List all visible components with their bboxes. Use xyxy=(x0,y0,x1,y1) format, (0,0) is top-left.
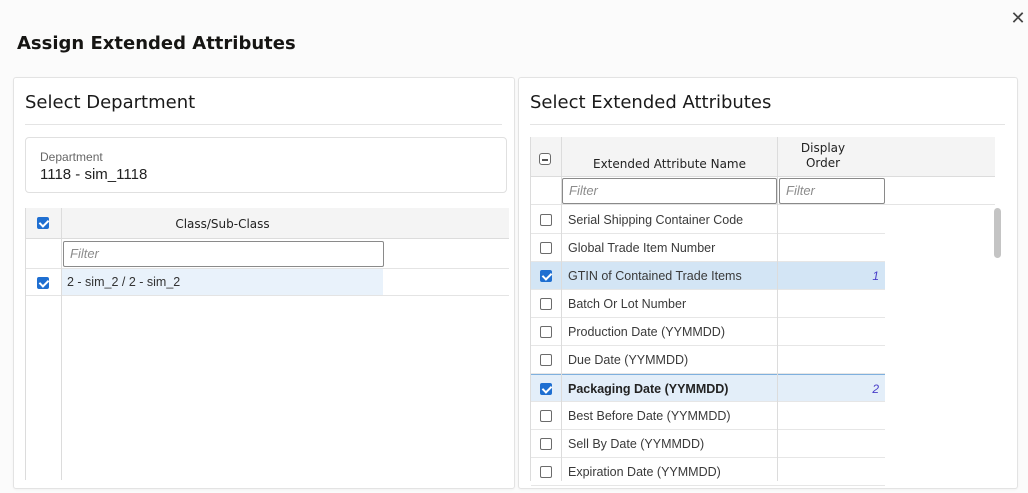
select-all-checkbox[interactable] xyxy=(539,153,551,165)
panel-title: Select Department xyxy=(25,92,196,113)
table-row[interactable]: Global Trade Item Number xyxy=(531,234,885,262)
vertical-scrollbar[interactable] xyxy=(994,208,1001,258)
table-header: Class/Sub-Class xyxy=(26,208,509,239)
divider xyxy=(530,124,1005,125)
column-divider xyxy=(561,137,562,481)
column-divider xyxy=(777,137,778,481)
select-all-checkbox[interactable] xyxy=(37,217,49,229)
department-label: Department xyxy=(40,150,103,164)
table-row[interactable]: Serial Shipping Container Code xyxy=(531,206,885,234)
row-label: 2 - sim_2 / 2 - sim_2 xyxy=(67,275,181,289)
attribute-name: Global Trade Item Number xyxy=(568,241,716,255)
display-order-value[interactable]: 2 xyxy=(778,382,879,396)
table-row[interactable]: GTIN of Contained Trade Items 1 xyxy=(531,262,885,290)
table-row[interactable]: Packaging Date (YYMMDD) 2 xyxy=(531,374,885,402)
class-subclass-table: Class/Sub-Class Filter 2 - sim_2 / 2 - s… xyxy=(25,208,509,480)
extended-attributes-table: Extended Attribute Name Display Order Fi… xyxy=(530,137,995,486)
column-header-class-subclass[interactable]: Class/Sub-Class xyxy=(62,217,383,231)
column-divider xyxy=(61,208,62,480)
column-header-display-order[interactable]: Display Order xyxy=(778,141,868,171)
close-icon[interactable]: ✕ xyxy=(1010,10,1026,28)
row-checkbox[interactable] xyxy=(540,466,552,478)
dialog-title: Assign Extended Attributes xyxy=(17,33,296,54)
select-extended-attributes-panel: Select Extended Attributes Extended Attr… xyxy=(518,77,1018,489)
table-row[interactable]: Sell By Date (YYMMDD) xyxy=(531,430,885,458)
attribute-name-filter-input[interactable]: Filter xyxy=(562,178,777,204)
divider xyxy=(25,124,502,125)
attribute-name: Due Date (YYMMDD) xyxy=(568,353,689,367)
attribute-name: Batch Or Lot Number xyxy=(568,297,687,311)
row-checkbox[interactable] xyxy=(540,438,552,450)
table-row[interactable]: 2 - sim_2 / 2 - sim_2 xyxy=(26,269,509,296)
panel-title: Select Extended Attributes xyxy=(530,92,772,113)
department-value: 1118 - sim_1118 xyxy=(40,166,148,183)
row-checkbox[interactable] xyxy=(540,410,552,422)
select-department-panel: Select Department Department 1118 - sim_… xyxy=(13,77,515,489)
attribute-name: Best Before Date (YYMMDD) xyxy=(568,409,731,423)
assign-extended-attributes-dialog: Assign Extended Attributes ✕ Select Depa… xyxy=(0,0,1028,493)
display-order-value[interactable]: 1 xyxy=(778,269,879,283)
row-checkbox[interactable] xyxy=(540,383,552,395)
row-checkbox[interactable] xyxy=(540,326,552,338)
row-checkbox[interactable] xyxy=(540,354,552,366)
table-row[interactable]: Batch Or Lot Number xyxy=(531,290,885,318)
filter-row: Filter xyxy=(26,239,509,269)
table-row[interactable]: Production Date (YYMMDD) xyxy=(531,318,885,346)
display-order-line2: Order xyxy=(805,156,841,170)
row-checkbox[interactable] xyxy=(540,298,552,310)
table-header: Extended Attribute Name Display Order xyxy=(531,137,995,177)
attribute-name: GTIN of Contained Trade Items xyxy=(568,269,742,283)
table-row[interactable]: Expiration Date (YYMMDD) xyxy=(531,458,885,486)
filter-row: Filter Filter xyxy=(531,177,995,205)
column-header-attribute-name[interactable]: Extended Attribute Name xyxy=(562,157,777,171)
row-checkbox[interactable] xyxy=(540,242,552,254)
row-checkbox[interactable] xyxy=(540,270,552,282)
table-row[interactable]: Best Before Date (YYMMDD) xyxy=(531,402,885,430)
attribute-name: Serial Shipping Container Code xyxy=(568,213,744,227)
display-order-filter-input[interactable]: Filter xyxy=(779,178,885,204)
attribute-name: Packaging Date (YYMMDD) xyxy=(568,382,729,396)
attribute-name: Sell By Date (YYMMDD) xyxy=(568,437,705,451)
attribute-name: Expiration Date (YYMMDD) xyxy=(568,465,721,479)
row-checkbox[interactable] xyxy=(37,277,49,289)
attribute-name: Production Date (YYMMDD) xyxy=(568,325,725,339)
department-field: Department 1118 - sim_1118 xyxy=(25,137,507,193)
row-checkbox[interactable] xyxy=(540,214,552,226)
table-row[interactable]: Due Date (YYMMDD) xyxy=(531,346,885,374)
display-order-line1: Display xyxy=(800,141,846,155)
class-filter-input[interactable]: Filter xyxy=(63,241,384,267)
